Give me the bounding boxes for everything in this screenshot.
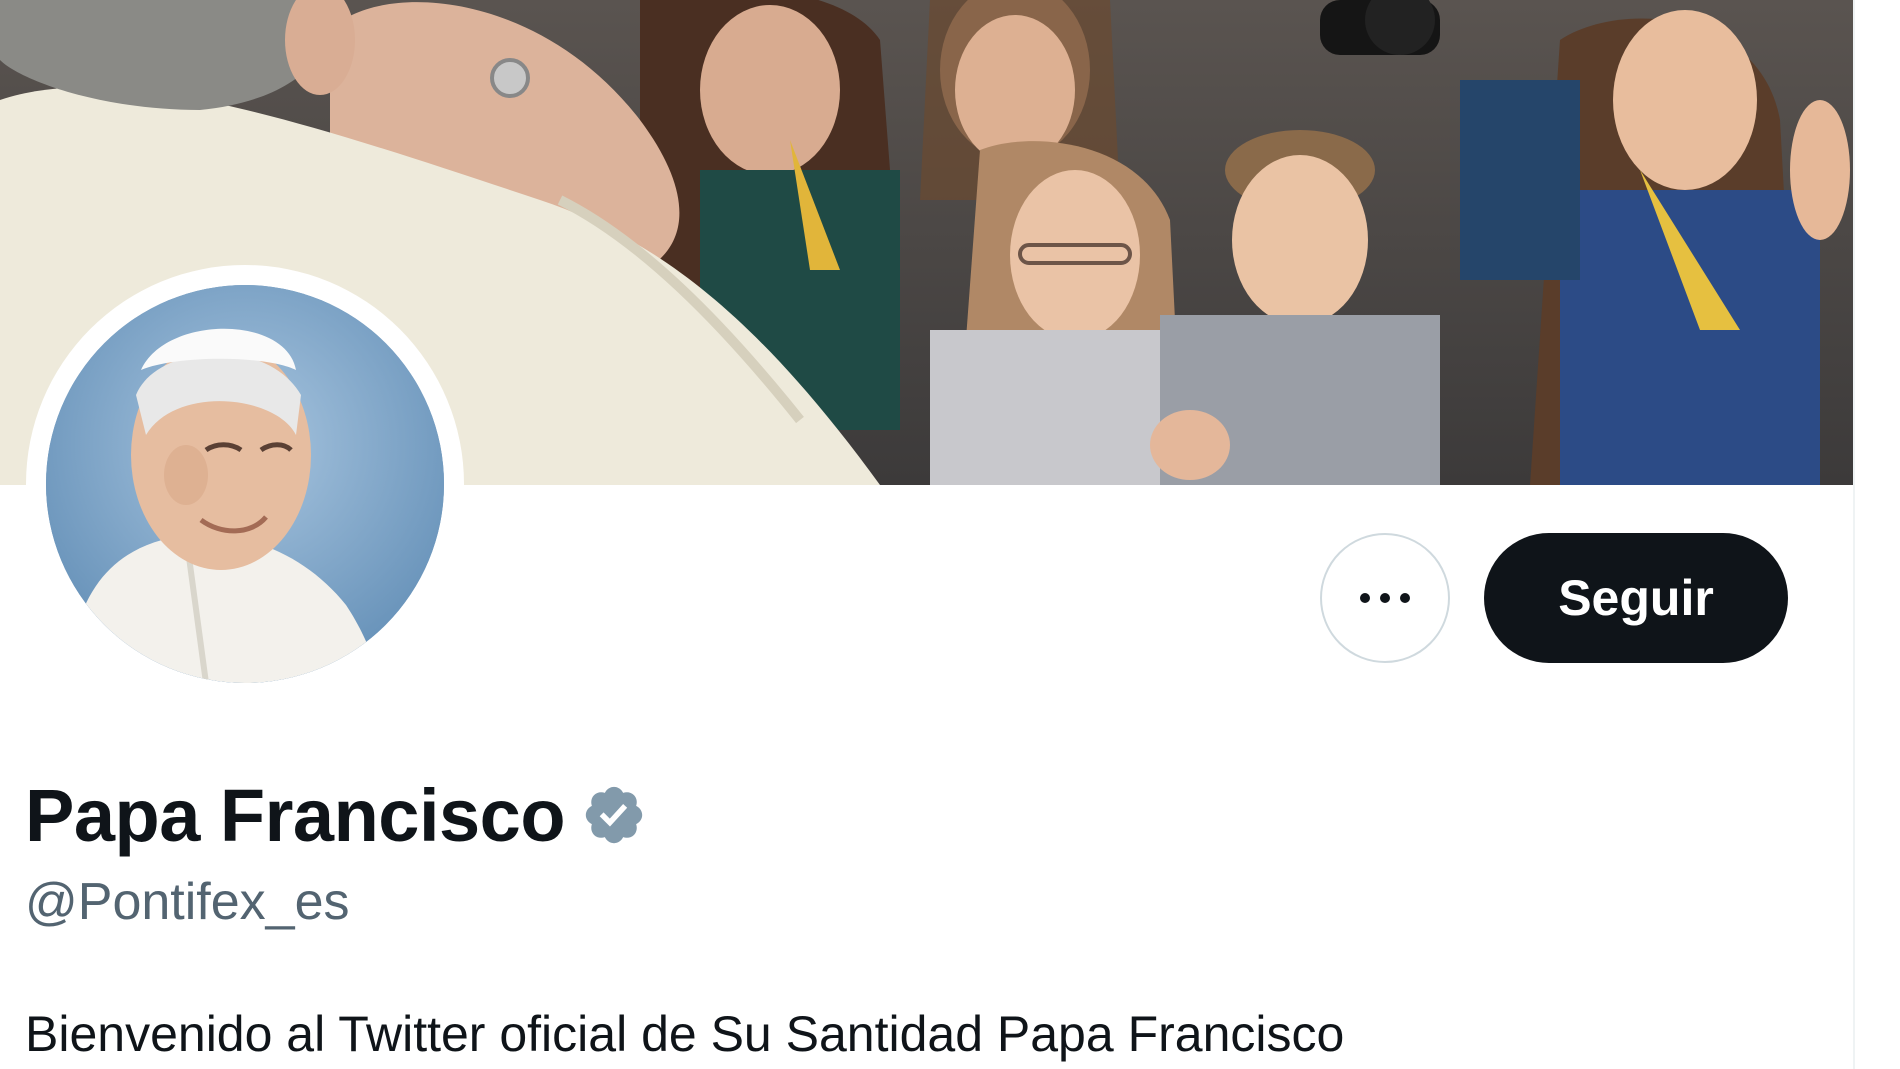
avatar[interactable] (46, 285, 444, 683)
profile-name-row: Papa Francisco (25, 770, 647, 860)
profile-display-name: Papa Francisco (25, 773, 566, 857)
profile-bio: Bienvenido al Twitter oficial de Su Sant… (25, 1006, 1345, 1062)
follow-button[interactable]: Seguir (1484, 533, 1788, 663)
more-horizontal-icon (1360, 593, 1410, 603)
verified-badge-icon[interactable] (581, 782, 647, 848)
column-divider (1853, 0, 1855, 1069)
profile-page: Seguir Papa Francisco @Pontifex_es Bienv… (0, 0, 1900, 1069)
more-options-button[interactable] (1320, 533, 1450, 663)
profile-handle: @Pontifex_es (25, 873, 350, 931)
